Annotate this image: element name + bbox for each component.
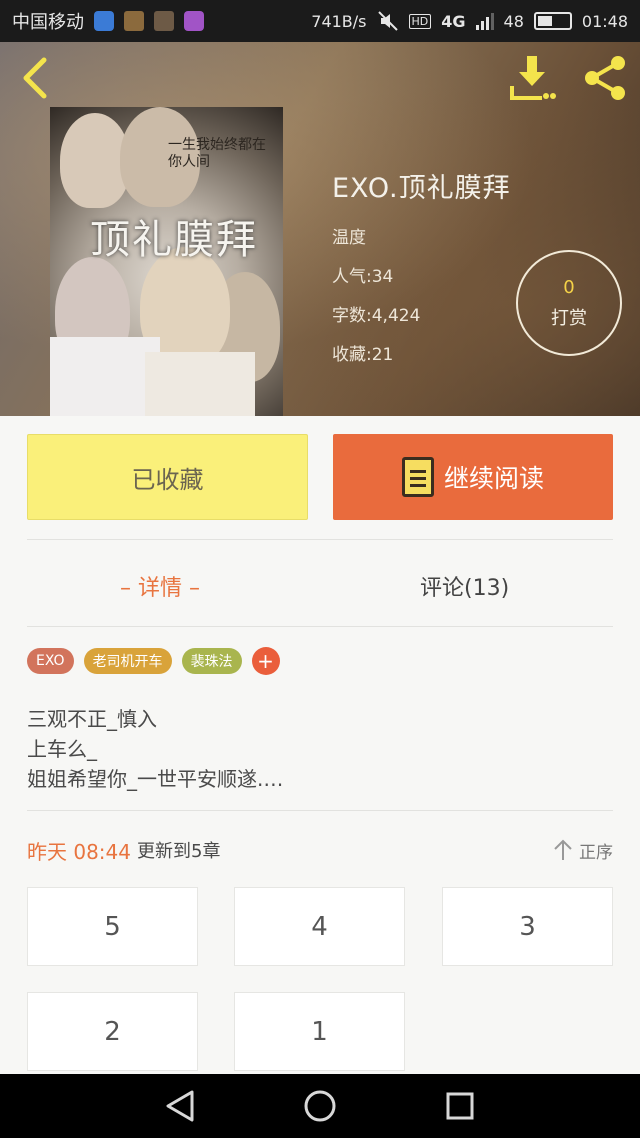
synopsis-line: 上车么_ [27, 737, 97, 761]
nav-back-button[interactable] [160, 1086, 200, 1126]
divider [27, 626, 613, 627]
tag-list: EXO 老司机开车 裴珠法 + [27, 647, 280, 675]
tab-details[interactable]: – 详情 – [120, 568, 200, 604]
cover-shape [50, 337, 160, 416]
cover-title: 顶礼膜拜 [90, 217, 258, 263]
nav-recents-button[interactable] [440, 1086, 480, 1126]
book-popularity: 人气:34 [332, 267, 394, 287]
tab-comments[interactable]: 评论(13) [420, 568, 509, 604]
tag-character[interactable]: 裴珠法 [181, 648, 242, 674]
favorited-button[interactable]: 已收藏 [27, 434, 308, 520]
hd-badge: HD [408, 13, 432, 29]
book-header: 一生我始终都在你人间 顶礼膜拜 EXO.顶礼膜拜 温度 人气:34 字数:4,4… [0, 42, 640, 416]
favorited-label: 已收藏 [131, 465, 204, 494]
battery-level [537, 16, 552, 26]
chapter-button[interactable]: 3 [442, 887, 613, 966]
tip-count: 0 [563, 276, 575, 298]
net-speed: 741B/s [311, 11, 367, 31]
download-icon [510, 56, 556, 100]
tag-driver[interactable]: 老司机开车 [83, 648, 172, 674]
status-left: 中国移动 [12, 8, 204, 34]
chapter-button[interactable]: 4 [234, 887, 405, 966]
book-title: EXO.顶礼膜拜 [332, 173, 511, 204]
app-notification-icon [124, 11, 144, 31]
triangle-back-icon [166, 1090, 194, 1122]
share-button[interactable] [580, 54, 630, 102]
update-time: 昨天 08:44 [27, 839, 131, 864]
chapter-button[interactable]: 1 [234, 992, 405, 1071]
arrow-up-icon [554, 839, 572, 860]
book-icon [401, 457, 434, 497]
signal-bar [485, 17, 489, 30]
signal-bar [480, 21, 484, 30]
tip-label: 打赏 [551, 307, 587, 329]
battery-percent: 48 [503, 11, 524, 31]
chapter-button[interactable]: 2 [27, 992, 198, 1071]
status-bar: 中国移动 741B/s HD 4G 48 01:48 [0, 0, 640, 42]
location-icon [94, 11, 114, 31]
back-button[interactable] [16, 56, 56, 100]
cover-subtitle: 一生我始终都在你人间 [168, 137, 266, 170]
cover-shape [145, 352, 255, 416]
circle-home-icon [304, 1090, 336, 1122]
synopsis-line: 姐姐希望你_一世平安顺遂.… [27, 767, 284, 791]
signal-icon [475, 12, 494, 30]
status-right: 741B/s HD 4G 48 01:48 [311, 10, 628, 32]
download-button[interactable] [508, 54, 558, 102]
book-word-count: 字数:4,424 [332, 306, 421, 326]
continue-reading-label: 继续阅读 [443, 464, 544, 493]
square-recents-icon [446, 1092, 474, 1120]
system-nav-bar [0, 1074, 640, 1138]
divider [27, 810, 613, 811]
carrier-label: 中国移动 [12, 12, 84, 33]
book-info: EXO.顶礼膜拜 温度 人气:34 字数:4,424 收藏:21 [332, 166, 511, 375]
divider [27, 539, 613, 540]
sort-order-button[interactable]: 正序 [553, 838, 613, 863]
signal-bar [490, 13, 494, 30]
chevron-left-icon [23, 57, 47, 99]
book-favorites: 收藏:21 [332, 345, 394, 365]
mute-icon [377, 11, 398, 31]
battery-icon [533, 12, 572, 30]
synopsis-line: 三观不正_慎入 [27, 707, 157, 731]
continue-reading-button[interactable]: 继续阅读 [333, 434, 613, 520]
share-icon [585, 56, 625, 100]
synopsis[interactable]: 三观不正_慎入 上车么_ 姐姐希望你_一世平安顺遂.… [27, 704, 613, 794]
tip-button[interactable]: 0 打赏 [516, 250, 622, 356]
nav-home-button[interactable] [300, 1086, 340, 1126]
gallery-icon [184, 11, 204, 31]
update-info: 昨天 08:44 更新到5章 正序 [27, 834, 613, 866]
add-tag-button[interactable]: + [251, 647, 280, 675]
book-author[interactable]: 温度 [332, 219, 511, 258]
update-text: 更新到5章 [137, 841, 221, 862]
book-cover[interactable]: 一生我始终都在你人间 顶礼膜拜 [50, 107, 283, 416]
tag-exo[interactable]: EXO [27, 648, 74, 674]
network-type: 4G [441, 11, 466, 31]
chapter-button[interactable]: 5 [27, 887, 198, 966]
signal-bar [475, 25, 479, 30]
clock: 01:48 [581, 11, 628, 31]
sort-order-label: 正序 [579, 842, 613, 863]
app-notification-icon [154, 11, 174, 31]
